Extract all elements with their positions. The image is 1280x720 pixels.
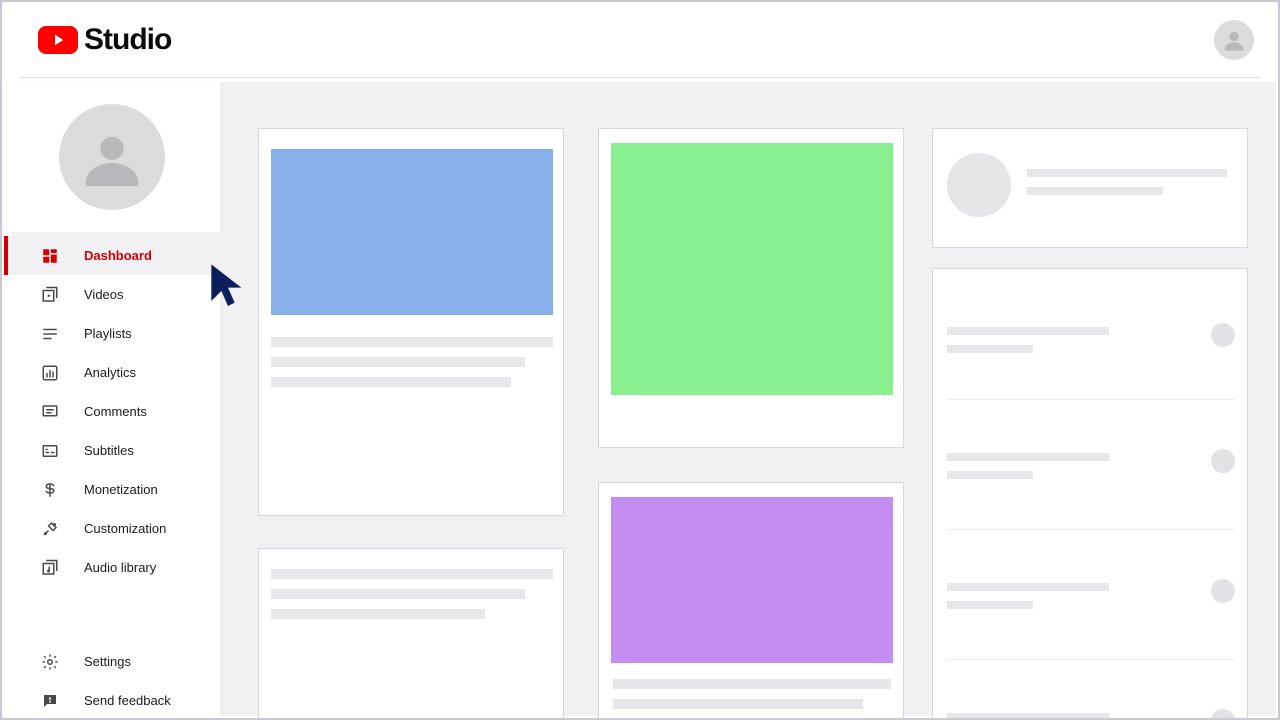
dashboard-icon xyxy=(40,246,60,266)
sidebar-item-audio-library[interactable]: Audio library xyxy=(4,548,220,587)
sidebar-nav: Dashboard Videos Playlists Analytics xyxy=(4,236,220,587)
sidebar-item-monetization[interactable]: Monetization xyxy=(4,470,220,509)
dot-icon xyxy=(1211,323,1235,347)
studio-logo[interactable]: Studio xyxy=(38,23,171,57)
dot-icon xyxy=(1211,709,1235,720)
videos-icon xyxy=(40,285,60,305)
person-icon xyxy=(77,122,147,192)
sidebar-item-label: Customization xyxy=(84,521,166,536)
playlists-icon xyxy=(40,324,60,344)
channel-avatar xyxy=(59,104,165,210)
dashboard-card-news[interactable] xyxy=(598,482,904,720)
subtitles-icon xyxy=(40,441,60,461)
sidebar-item-label: Playlists xyxy=(84,326,132,341)
list-item[interactable] xyxy=(947,679,1235,720)
sidebar-item-videos[interactable]: Videos xyxy=(4,275,220,314)
sidebar-item-label: Send feedback xyxy=(84,693,171,708)
person-icon xyxy=(1220,26,1248,54)
comments-icon xyxy=(40,402,60,422)
sidebar-item-label: Settings xyxy=(84,654,131,669)
placeholder-lines xyxy=(947,713,1127,720)
channel-avatar-block[interactable] xyxy=(4,82,220,232)
analytics-icon xyxy=(40,363,60,383)
dashboard-card-latest-video[interactable] xyxy=(258,128,564,516)
sidebar-item-customization[interactable]: Customization xyxy=(4,509,220,548)
dashboard-card-feature[interactable] xyxy=(598,128,904,448)
dashboard-card-channel-summary[interactable] xyxy=(932,128,1248,248)
sidebar-item-analytics[interactable]: Analytics xyxy=(4,353,220,392)
sidebar-item-subtitles[interactable]: Subtitles xyxy=(4,431,220,470)
sidebar-item-label: Analytics xyxy=(84,365,136,380)
settings-icon xyxy=(40,652,60,672)
studio-wordmark: Studio xyxy=(84,23,171,57)
youtube-play-icon xyxy=(38,26,78,54)
placeholder-lines xyxy=(613,679,891,720)
sidebar-item-label: Dashboard xyxy=(84,248,152,263)
sidebar-item-send-feedback[interactable]: Send feedback xyxy=(4,681,220,720)
dot-icon xyxy=(1211,449,1235,473)
dashboard-content xyxy=(220,82,1276,716)
sidebar-item-dashboard[interactable]: Dashboard xyxy=(4,236,220,275)
header: Studio xyxy=(20,2,1260,78)
sidebar: Dashboard Videos Playlists Analytics xyxy=(4,82,220,716)
placeholder-lines xyxy=(947,453,1127,489)
divider xyxy=(947,659,1235,660)
sidebar-item-label: Subtitles xyxy=(84,443,134,458)
divider xyxy=(947,529,1235,530)
video-thumbnail-placeholder xyxy=(271,149,553,315)
dot-icon xyxy=(1211,579,1235,603)
sidebar-item-comments[interactable]: Comments xyxy=(4,392,220,431)
placeholder-lines xyxy=(271,337,553,397)
sidebar-item-label: Videos xyxy=(84,287,124,302)
list-item[interactable] xyxy=(947,293,1235,403)
placeholder-lines xyxy=(947,327,1127,363)
placeholder-lines xyxy=(271,569,553,629)
sidebar-item-label: Audio library xyxy=(84,560,156,575)
audio-library-icon xyxy=(40,558,60,578)
feedback-icon xyxy=(40,691,60,711)
list-item[interactable] xyxy=(947,549,1235,659)
sidebar-item-settings[interactable]: Settings xyxy=(4,642,220,681)
dashboard-card-text[interactable] xyxy=(258,548,564,720)
dashboard-card-activity-list[interactable] xyxy=(932,268,1248,720)
channel-avatar-small xyxy=(947,153,1011,217)
divider xyxy=(947,399,1235,400)
account-avatar-button[interactable] xyxy=(1214,20,1254,60)
sidebar-item-label: Comments xyxy=(84,404,147,419)
feature-thumbnail-placeholder xyxy=(611,143,893,395)
sidebar-bottom: Settings Send feedback xyxy=(4,642,220,720)
placeholder-lines xyxy=(947,583,1127,619)
customization-icon xyxy=(40,519,60,539)
placeholder-lines xyxy=(1027,169,1227,205)
news-thumbnail-placeholder xyxy=(611,497,893,663)
sidebar-item-playlists[interactable]: Playlists xyxy=(4,314,220,353)
list-item[interactable] xyxy=(947,419,1235,529)
monetization-icon xyxy=(40,480,60,500)
sidebar-item-label: Monetization xyxy=(84,482,158,497)
